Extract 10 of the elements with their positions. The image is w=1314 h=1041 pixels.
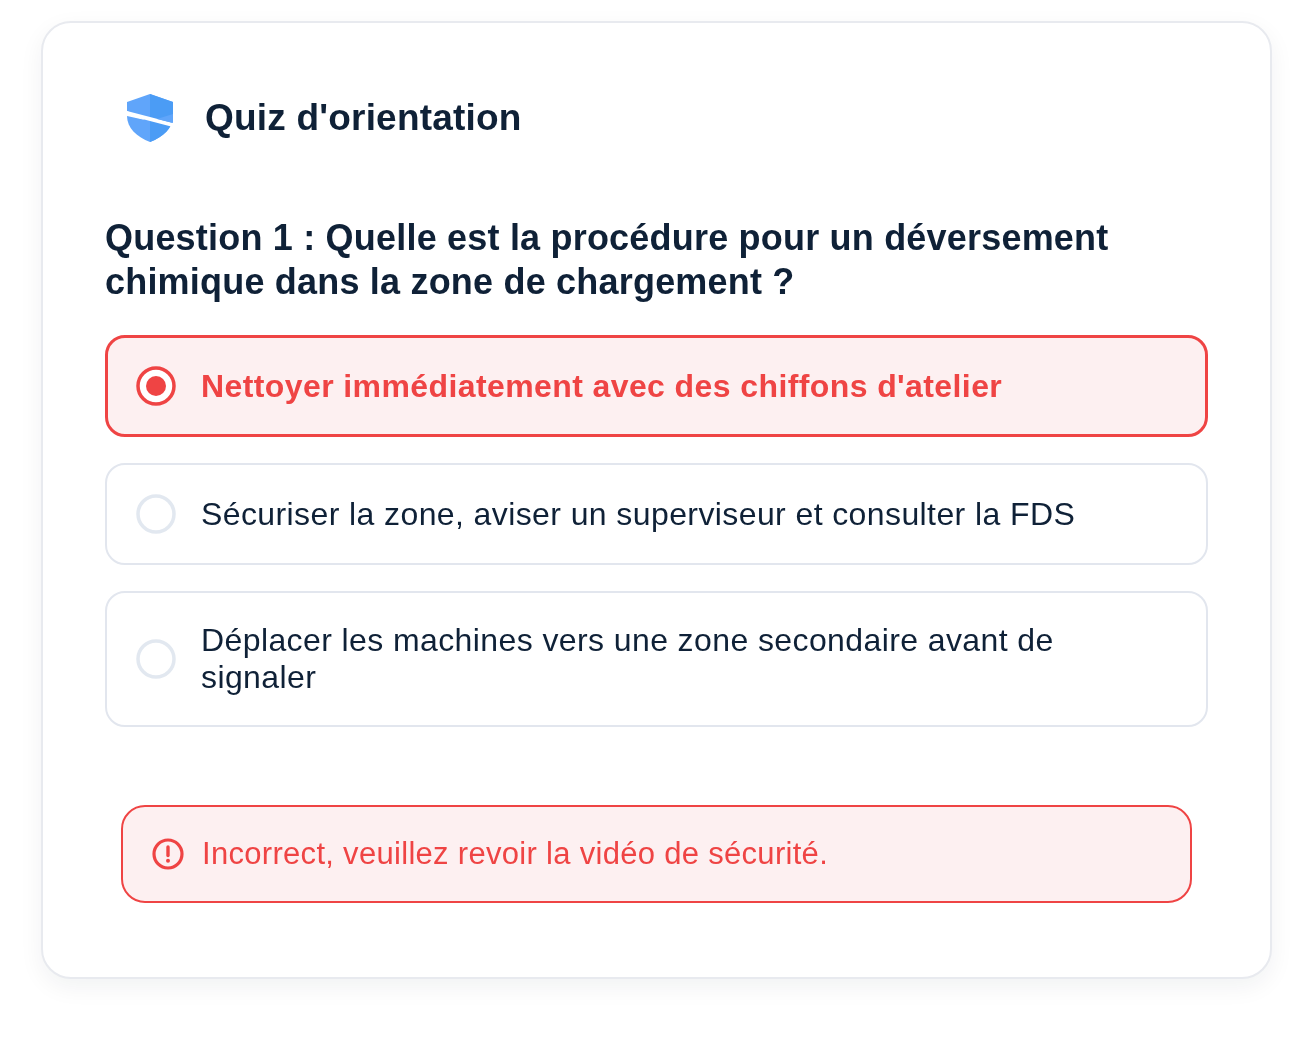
radio-icon[interactable] <box>136 494 176 534</box>
feedback-message: Incorrect, veuillez revoir la vidéo de sécurité. <box>202 836 829 872</box>
answer-option[interactable]: Déplacer les machines vers une zone secondaire avant de signaler <box>105 591 1208 727</box>
radio-selected-icon[interactable] <box>136 366 176 406</box>
shield-logo-icon <box>127 94 173 142</box>
alert-icon <box>152 838 184 870</box>
quiz-title: Quiz d'orientation <box>205 97 522 139</box>
answer-option[interactable]: Sécuriser la zone, aviser un superviseur et consulter la FDS <box>105 463 1208 565</box>
question-text: Question 1 : Quelle est la procédure pour un déversement chimique dans la zone de chargement ? <box>105 216 1110 304</box>
radio-icon[interactable] <box>136 639 176 679</box>
